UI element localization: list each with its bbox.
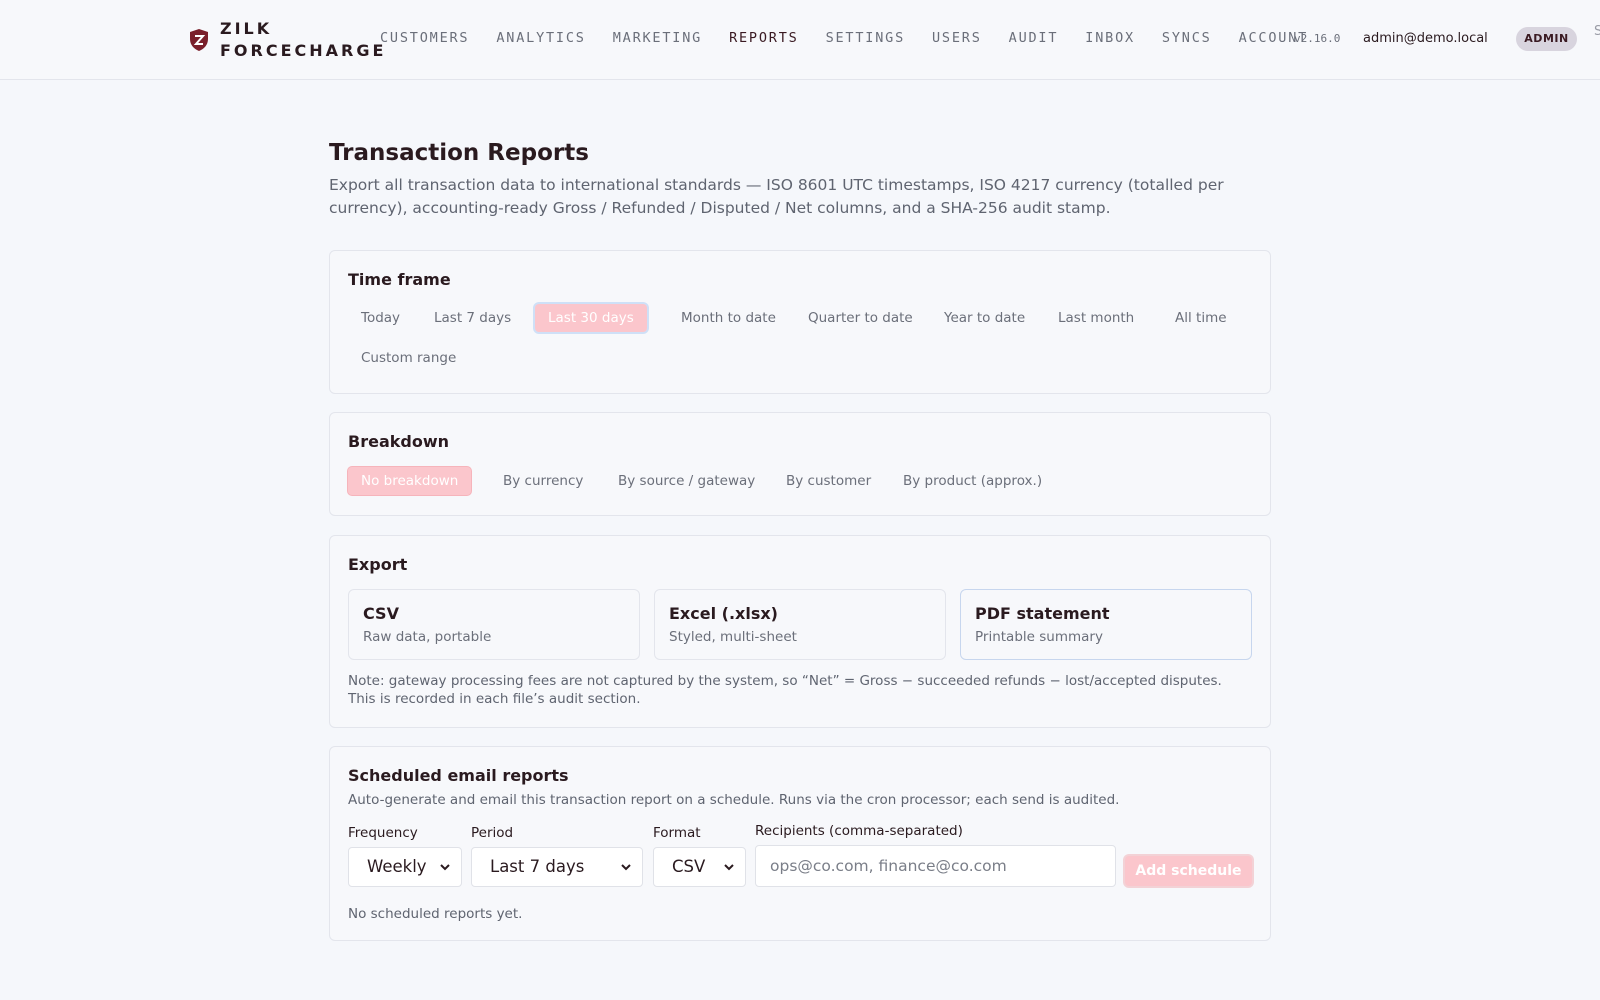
export-title: Export <box>348 555 408 574</box>
schedule-empty-state: No scheduled reports yet. <box>348 906 523 922</box>
timeframe-title: Time frame <box>348 270 451 289</box>
add-schedule-button[interactable]: Add schedule <box>1125 856 1252 886</box>
export-option-subtitle: Printable summary <box>975 629 1103 645</box>
nav-customers[interactable]: CUSTOMERS <box>380 30 469 46</box>
top-bar: ZILK FORCECHARGE CUSTOMERS ANALYTICS MAR… <box>0 0 1600 80</box>
export-excel-button[interactable]: Excel (.xlsx) Styled, multi-sheet <box>654 589 946 660</box>
export-option-subtitle: Raw data, portable <box>363 629 492 645</box>
timeframe-option-month-to-date[interactable]: Month to date <box>668 304 789 332</box>
export-card: Export CSV Raw data, portable Excel (.xl… <box>329 535 1271 728</box>
nav-inbox[interactable]: INBOX <box>1085 30 1135 46</box>
export-note: Note: gateway processing fees are not ca… <box>348 673 1222 707</box>
role-badge: ADMIN <box>1516 27 1577 51</box>
chevron-down-icon <box>621 864 631 871</box>
breakdown-option-none[interactable]: No breakdown <box>348 467 472 495</box>
schedule-card: Scheduled email reports Auto-generate an… <box>329 746 1271 941</box>
timeframe-option-last-month[interactable]: Last month <box>1045 304 1147 332</box>
breakdown-card: Breakdown No breakdown By currency By so… <box>329 412 1271 516</box>
format-select[interactable]: CSV <box>653 847 746 887</box>
schedule-title: Scheduled email reports <box>348 766 569 785</box>
breakdown-option-customer[interactable]: By customer <box>773 467 884 495</box>
breakdown-option-currency[interactable]: By currency <box>490 467 596 495</box>
timeframe-option-custom-range[interactable]: Custom range <box>348 344 469 372</box>
page-title: Transaction Reports <box>329 140 589 166</box>
timeframe-option-last-30-days[interactable]: Last 30 days <box>535 304 647 332</box>
export-option-title: Excel (.xlsx) <box>669 604 778 623</box>
breakdown-option-product[interactable]: By product (approx.) <box>890 467 1055 495</box>
export-csv-button[interactable]: CSV Raw data, portable <box>348 589 640 660</box>
page-description: Export all transaction data to internati… <box>329 176 1224 217</box>
nav-reports[interactable]: REPORTS <box>729 30 799 46</box>
nav-users[interactable]: USERS <box>932 30 982 46</box>
nav-analytics[interactable]: ANALYTICS <box>496 30 585 46</box>
export-pdf-button[interactable]: PDF statement Printable summary <box>960 589 1252 660</box>
chevron-down-icon <box>440 864 450 871</box>
shield-logo-icon <box>190 29 208 51</box>
schedule-description: Auto-generate and email this transaction… <box>348 792 1120 808</box>
chevron-down-icon <box>724 864 734 871</box>
timeframe-option-last-7-days[interactable]: Last 7 days <box>421 304 524 332</box>
format-value: CSV <box>672 857 706 876</box>
nav-marketing[interactable]: MARKETING <box>613 30 702 46</box>
nav-audit[interactable]: AUDIT <box>1009 30 1059 46</box>
brand[interactable]: ZILK FORCECHARGE <box>188 18 386 62</box>
timeframe-option-year-to-date[interactable]: Year to date <box>931 304 1038 332</box>
user-email[interactable]: admin@demo.local <box>1363 31 1488 46</box>
recipients-label: Recipients (comma-separated) <box>755 823 963 839</box>
frequency-select[interactable]: Weekly <box>348 847 462 887</box>
export-option-title: PDF statement <box>975 604 1110 623</box>
nav-settings[interactable]: SETTINGS <box>826 30 905 46</box>
period-value: Last 7 days <box>490 857 585 876</box>
timeframe-option-today[interactable]: Today <box>348 304 413 332</box>
frequency-value: Weekly <box>367 857 427 876</box>
main-nav: CUSTOMERS ANALYTICS MARKETING REPORTS SE… <box>380 30 1335 46</box>
nav-overflow-text: S <box>1594 24 1600 39</box>
breakdown-title: Breakdown <box>348 432 449 451</box>
export-option-title: CSV <box>363 604 399 623</box>
timeframe-option-quarter-to-date[interactable]: Quarter to date <box>795 304 926 332</box>
app-version: v2.16.0 <box>1294 32 1341 45</box>
export-option-subtitle: Styled, multi-sheet <box>669 629 797 645</box>
timeframe-card: Time frame Today Last 7 days Last 30 day… <box>329 250 1271 394</box>
brand-name: ZILK FORCECHARGE <box>220 18 386 62</box>
frequency-label: Frequency <box>348 825 418 841</box>
breakdown-option-source-gateway[interactable]: By source / gateway <box>605 467 768 495</box>
recipients-input[interactable] <box>755 845 1116 887</box>
page-header: Transaction Reports Export all transacti… <box>329 140 1271 219</box>
period-label: Period <box>471 825 514 841</box>
format-label: Format <box>653 825 701 841</box>
nav-syncs[interactable]: SYNCS <box>1162 30 1212 46</box>
period-select[interactable]: Last 7 days <box>471 847 643 887</box>
brand-line-2: FORCECHARGE <box>220 41 387 60</box>
timeframe-option-all-time[interactable]: All time <box>1162 304 1240 332</box>
brand-line-1: ZILK <box>220 19 273 38</box>
